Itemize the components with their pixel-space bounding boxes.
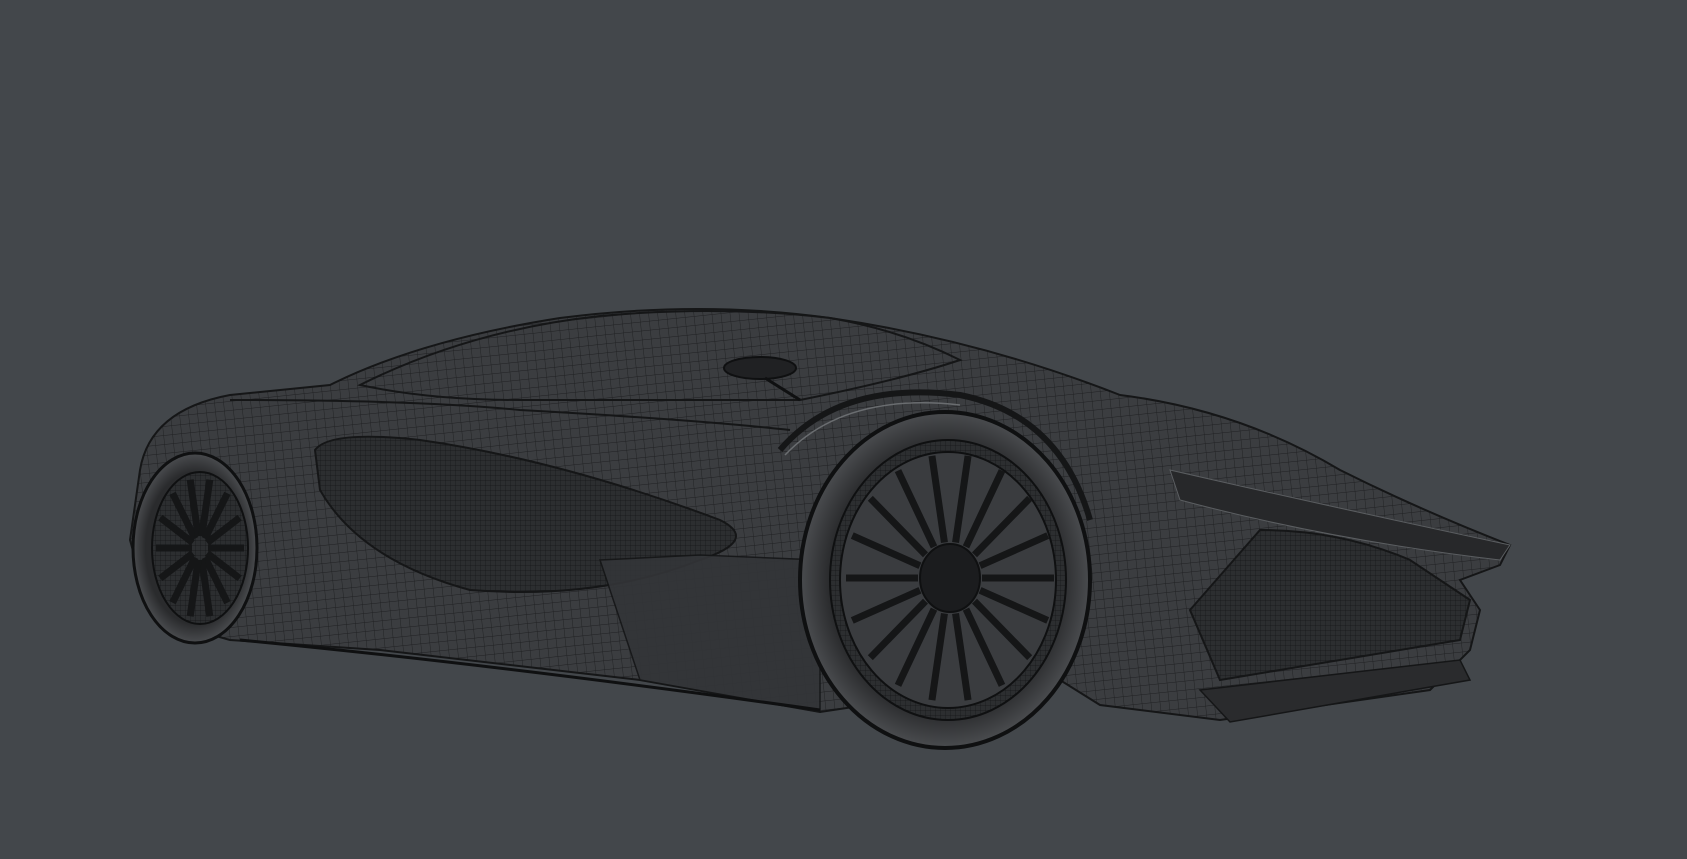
- front-wheel: [798, 410, 1092, 750]
- wheel-hub: [919, 543, 981, 613]
- car-render: [0, 0, 1687, 859]
- 3d-viewport[interactable]: [0, 0, 1687, 859]
- rear-wheel: [131, 451, 259, 645]
- side-mirror: [723, 356, 797, 380]
